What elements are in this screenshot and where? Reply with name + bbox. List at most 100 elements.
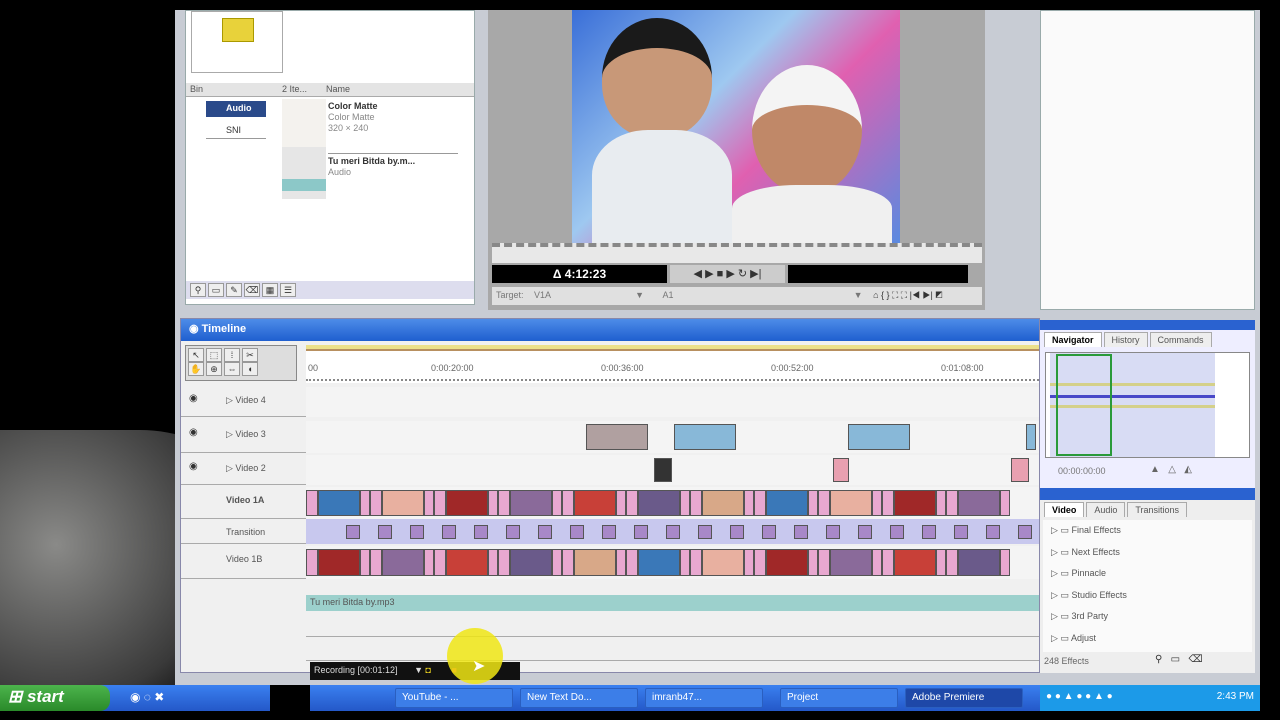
mark-in-out-icons[interactable]: ⌂ { } ⛶ ⛶ |◀ ▶| ◩: [873, 290, 942, 300]
clip[interactable]: [674, 424, 736, 450]
clip[interactable]: [638, 549, 680, 576]
track-select-icon[interactable]: ⁞: [224, 348, 240, 362]
selection-tool-icon[interactable]: ↖: [188, 348, 204, 362]
fade-tool-icon[interactable]: ◖: [242, 362, 258, 376]
clip[interactable]: [936, 549, 946, 576]
list-view-icon[interactable]: ☰: [280, 283, 296, 297]
tray-icons[interactable]: ● ● ▲ ● ● ▲ ●: [1046, 691, 1113, 702]
transition-marker[interactable]: [378, 525, 392, 539]
clip[interactable]: [936, 490, 946, 516]
clip[interactable]: [552, 549, 562, 576]
transition-marker[interactable]: [602, 525, 616, 539]
clip[interactable]: [702, 490, 744, 516]
tab-transitions[interactable]: Transitions: [1127, 502, 1188, 517]
clip[interactable]: [318, 549, 360, 576]
clip[interactable]: [1026, 424, 1036, 450]
expand-icon[interactable]: ▷: [1051, 568, 1058, 578]
clip[interactable]: [754, 549, 766, 576]
tab-history[interactable]: History: [1103, 332, 1148, 347]
navigator-viewport[interactable]: [1056, 354, 1112, 456]
step-back-icon[interactable]: ◀: [694, 268, 702, 280]
clip[interactable]: [424, 549, 434, 576]
icon-view-icon[interactable]: ▦: [262, 283, 278, 297]
clip[interactable]: [306, 549, 318, 576]
transition-marker[interactable]: [570, 525, 584, 539]
expand-icon[interactable]: ▷: [1051, 611, 1058, 621]
transition-marker[interactable]: [1018, 525, 1032, 539]
transition-marker[interactable]: [986, 525, 1000, 539]
tab-video[interactable]: Video: [1044, 502, 1085, 517]
bin-audio[interactable]: Audio: [206, 101, 266, 117]
clip[interactable]: [382, 549, 424, 576]
taskbar-item[interactable]: YouTube - ...: [395, 688, 513, 708]
link-tool-icon[interactable]: ⇔: [224, 362, 240, 376]
new-item-icon[interactable]: ✎: [226, 283, 242, 297]
timeline-ruler[interactable]: 00 0:00:20:00 0:00:36:00 0:00:52:00 0:01:08:…: [306, 345, 1039, 383]
stop-icon[interactable]: ■: [717, 268, 724, 280]
clip[interactable]: [360, 549, 370, 576]
find-icon[interactable]: ⚲: [190, 283, 206, 297]
clip[interactable]: [958, 549, 1000, 576]
clip[interactable]: [690, 490, 702, 516]
clip[interactable]: [510, 549, 552, 576]
clip[interactable]: [744, 549, 754, 576]
clip[interactable]: [586, 424, 648, 450]
transition-marker[interactable]: [858, 525, 872, 539]
clip[interactable]: [680, 549, 690, 576]
clip[interactable]: [306, 490, 318, 516]
clip[interactable]: [882, 490, 894, 516]
clip[interactable]: [882, 549, 894, 576]
clip[interactable]: [434, 549, 446, 576]
clip[interactable]: [446, 549, 488, 576]
clip[interactable]: [616, 490, 626, 516]
clip[interactable]: [360, 490, 370, 516]
column-bin[interactable]: Bin: [190, 84, 282, 95]
clip[interactable]: [370, 549, 382, 576]
clip[interactable]: [382, 490, 424, 516]
clip[interactable]: [818, 549, 830, 576]
clip[interactable]: [562, 490, 574, 516]
expand-icon[interactable]: ▷: [1051, 590, 1058, 600]
clip[interactable]: [830, 490, 872, 516]
transition-marker[interactable]: [346, 525, 360, 539]
bin-sni[interactable]: SNI: [206, 123, 266, 139]
clip[interactable]: [872, 549, 882, 576]
range-select-icon[interactable]: ⬚: [206, 348, 222, 362]
hand-tool-icon[interactable]: ✋: [188, 362, 204, 376]
transition-marker[interactable]: [954, 525, 968, 539]
clip[interactable]: [562, 549, 574, 576]
clip[interactable]: [818, 490, 830, 516]
effects-folder[interactable]: ▷ ▭ Studio Effects: [1043, 585, 1252, 607]
clip[interactable]: [498, 490, 510, 516]
eye-icon[interactable]: ◉: [189, 427, 198, 438]
transition-marker[interactable]: [442, 525, 456, 539]
taskbar-item-active[interactable]: Adobe Premiere: [905, 688, 1023, 708]
clip[interactable]: [744, 490, 754, 516]
clip[interactable]: [690, 549, 702, 576]
clip[interactable]: [833, 458, 849, 482]
item-color-matte[interactable]: Color Matte Color Matte 320 × 240: [328, 101, 458, 134]
eye-icon[interactable]: ◉: [189, 393, 198, 404]
camera-icon[interactable]: ◘: [426, 665, 431, 675]
effects-folder[interactable]: ▷ ▭ Final Effects: [1043, 520, 1252, 542]
clip[interactable]: [654, 458, 672, 482]
expand-icon[interactable]: ▷: [1051, 547, 1058, 557]
clip[interactable]: [626, 490, 638, 516]
column-name[interactable]: Name: [326, 84, 350, 95]
clip[interactable]: [808, 549, 818, 576]
transition-marker[interactable]: [666, 525, 680, 539]
effects-folder[interactable]: ▷ ▭ Adjust: [1043, 628, 1252, 650]
clip[interactable]: [1000, 490, 1010, 516]
audio-clip[interactable]: Tu meri Bitda by.mp3: [306, 595, 1039, 611]
clip[interactable]: [574, 490, 616, 516]
tab-commands[interactable]: Commands: [1149, 332, 1212, 347]
zoom-tool-icon[interactable]: ⊕: [206, 362, 222, 376]
clip[interactable]: [488, 549, 498, 576]
clip[interactable]: [488, 490, 498, 516]
transition-marker[interactable]: [794, 525, 808, 539]
clip[interactable]: [848, 424, 910, 450]
clip[interactable]: [552, 490, 562, 516]
expand-icon[interactable]: ▷: [1051, 525, 1058, 535]
clip[interactable]: [946, 490, 958, 516]
transition-marker[interactable]: [410, 525, 424, 539]
